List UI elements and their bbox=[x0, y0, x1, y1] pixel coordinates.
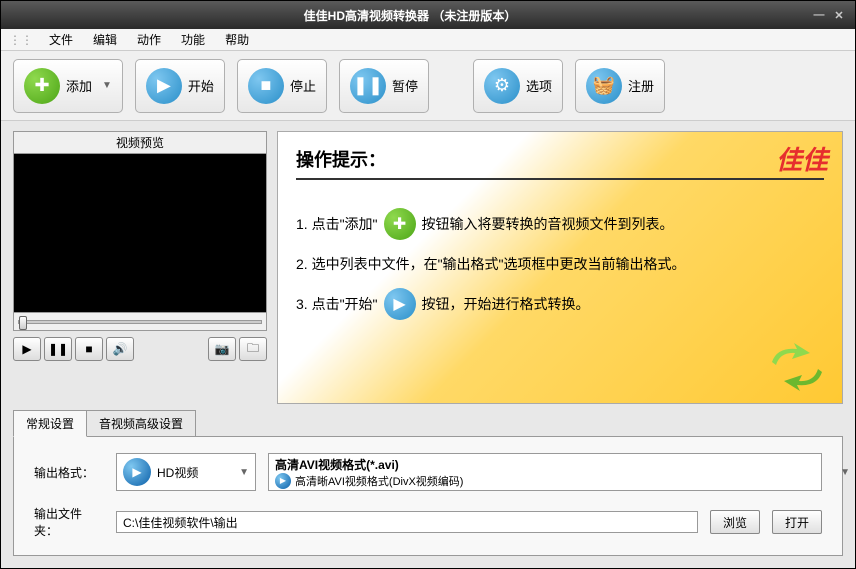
hd-icon: ▶ bbox=[123, 458, 151, 486]
pc-stop-button[interactable]: ■ bbox=[75, 337, 103, 361]
pc-snapshot-button[interactable]: 📷 bbox=[208, 337, 236, 361]
register-button[interactable]: 🧺 注册 bbox=[575, 59, 665, 113]
preview-panel: 视频预览 ▶ ❚❚ ■ 🔊 📷 🗀 bbox=[13, 131, 267, 404]
plus-icon: ✚ bbox=[24, 68, 60, 104]
instruction-line-3: 3. 点击"开始" ▶ 按钮，开始进行格式转换。 bbox=[296, 288, 824, 320]
output-format-label: 输出格式： bbox=[34, 464, 104, 481]
chevron-down-icon: ▼ bbox=[239, 467, 249, 478]
instruction-line-1: 1. 点击"添加" ✚ 按钮输入将要转换的音视频文件到列表。 bbox=[296, 208, 824, 240]
format-category-combo[interactable]: ▶ HD视频 ▼ bbox=[116, 453, 256, 491]
open-button[interactable]: 打开 bbox=[772, 510, 822, 534]
pause-button[interactable]: ❚❚ 暂停 bbox=[339, 59, 429, 113]
pc-volume-button[interactable]: 🔊 bbox=[106, 337, 134, 361]
inst-text: 1. 点击"添加" bbox=[296, 214, 378, 234]
start-button[interactable]: ▶ 开始 bbox=[135, 59, 225, 113]
output-folder-label: 输出文件夹： bbox=[34, 505, 104, 539]
menubar: ⋮⋮ 文件 编辑 动作 功能 帮助 bbox=[1, 29, 855, 51]
inst-text: 按钮，开始进行格式转换。 bbox=[422, 294, 590, 314]
minimize-button[interactable]: — bbox=[811, 8, 827, 22]
instruction-title: 操作提示： bbox=[296, 146, 824, 180]
menu-edit[interactable]: 编辑 bbox=[85, 29, 125, 50]
tab-advanced[interactable]: 音视频高级设置 bbox=[86, 410, 196, 437]
format-detail-combo[interactable]: 高清AVI视频格式(*.avi) ▶ 高清晰AVI视频格式(DivX视频编码) … bbox=[268, 453, 822, 491]
pause-label: 暂停 bbox=[392, 76, 418, 95]
close-button[interactable]: ✕ bbox=[831, 8, 847, 22]
output-folder-input[interactable] bbox=[116, 511, 698, 533]
chevron-down-icon: ▼ bbox=[102, 80, 112, 91]
menu-function[interactable]: 功能 bbox=[173, 29, 213, 50]
pause-icon: ❚❚ bbox=[350, 68, 386, 104]
menu-help[interactable]: 帮助 bbox=[217, 29, 257, 50]
chevron-down-icon: ▼ bbox=[840, 467, 850, 478]
gear-icon: ⚙ bbox=[484, 68, 520, 104]
window-controls: — ✕ bbox=[811, 8, 847, 22]
pc-pause-button[interactable]: ❚❚ bbox=[44, 337, 72, 361]
instruction-line-2: 2. 选中列表中文件，在"输出格式"选项框中更改当前输出格式。 bbox=[296, 254, 824, 274]
output-format-row: 输出格式： ▶ HD视频 ▼ 高清AVI视频格式(*.avi) ▶ 高清晰AVI… bbox=[34, 453, 822, 491]
plus-icon: ✚ bbox=[384, 208, 416, 240]
add-label: 添加 bbox=[66, 76, 92, 95]
stop-icon: ■ bbox=[248, 68, 284, 104]
slider-thumb[interactable] bbox=[19, 316, 27, 330]
play-mini-icon: ▶ bbox=[275, 473, 291, 489]
preview-title: 视频预览 bbox=[13, 131, 267, 153]
combo-text: HD视频 bbox=[157, 464, 198, 481]
content-area: 视频预览 ▶ ❚❚ ■ 🔊 📷 🗀 佳佳 操作提示： 1. 点击"添加" bbox=[1, 121, 855, 404]
inst-text: 2. 选中列表中文件，在"输出格式"选项框中更改当前输出格式。 bbox=[296, 254, 686, 274]
preview-slider[interactable] bbox=[13, 313, 267, 331]
tab-content: 输出格式： ▶ HD视频 ▼ 高清AVI视频格式(*.avi) ▶ 高清晰AVI… bbox=[13, 436, 843, 556]
play-icon: ▶ bbox=[384, 288, 416, 320]
pc-folder-button[interactable]: 🗀 bbox=[239, 337, 267, 361]
tab-general[interactable]: 常规设置 bbox=[13, 410, 87, 437]
inst-text: 按钮输入将要转换的音视频文件到列表。 bbox=[422, 214, 674, 234]
instruction-panel: 佳佳 操作提示： 1. 点击"添加" ✚ 按钮输入将要转换的音视频文件到列表。 … bbox=[277, 131, 843, 404]
window-title: 佳佳HD高清视频转换器 （未注册版本） bbox=[9, 7, 811, 24]
browse-button[interactable]: 浏览 bbox=[710, 510, 760, 534]
brand-logo: 佳佳 bbox=[776, 140, 828, 177]
menu-grip: ⋮⋮ bbox=[9, 33, 33, 47]
combo-title: 高清AVI视频格式(*.avi) bbox=[275, 456, 399, 473]
stop-button[interactable]: ■ 停止 bbox=[237, 59, 327, 113]
add-button[interactable]: ✚ 添加 ▼ bbox=[13, 59, 123, 113]
options-button[interactable]: ⚙ 选项 bbox=[473, 59, 563, 113]
app-window: 佳佳HD高清视频转换器 （未注册版本） — ✕ ⋮⋮ 文件 编辑 动作 功能 帮… bbox=[0, 0, 856, 569]
menu-file[interactable]: 文件 bbox=[41, 29, 81, 50]
menu-action[interactable]: 动作 bbox=[129, 29, 169, 50]
register-label: 注册 bbox=[628, 76, 654, 95]
settings-area: 常规设置 音视频高级设置 输出格式： ▶ HD视频 ▼ 高清AVI视频格式(*.… bbox=[1, 404, 855, 568]
options-label: 选项 bbox=[526, 76, 552, 95]
toolbar: ✚ 添加 ▼ ▶ 开始 ■ 停止 ❚❚ 暂停 ⚙ 选项 🧺 注册 bbox=[1, 51, 855, 121]
preview-controls: ▶ ❚❚ ■ 🔊 📷 🗀 bbox=[13, 337, 267, 361]
inst-text: 3. 点击"开始" bbox=[296, 294, 378, 314]
preview-video bbox=[13, 153, 267, 313]
combo-subtitle: 高清晰AVI视频格式(DivX视频编码) bbox=[295, 473, 463, 489]
slider-track bbox=[18, 320, 262, 324]
tabs: 常规设置 音视频高级设置 bbox=[13, 410, 843, 437]
refresh-arrows-icon bbox=[762, 337, 832, 397]
start-label: 开始 bbox=[188, 76, 214, 95]
play-icon: ▶ bbox=[146, 68, 182, 104]
basket-icon: 🧺 bbox=[586, 68, 622, 104]
titlebar: 佳佳HD高清视频转换器 （未注册版本） — ✕ bbox=[1, 1, 855, 29]
output-folder-row: 输出文件夹： 浏览 打开 bbox=[34, 505, 822, 539]
pc-play-button[interactable]: ▶ bbox=[13, 337, 41, 361]
stop-label: 停止 bbox=[290, 76, 316, 95]
